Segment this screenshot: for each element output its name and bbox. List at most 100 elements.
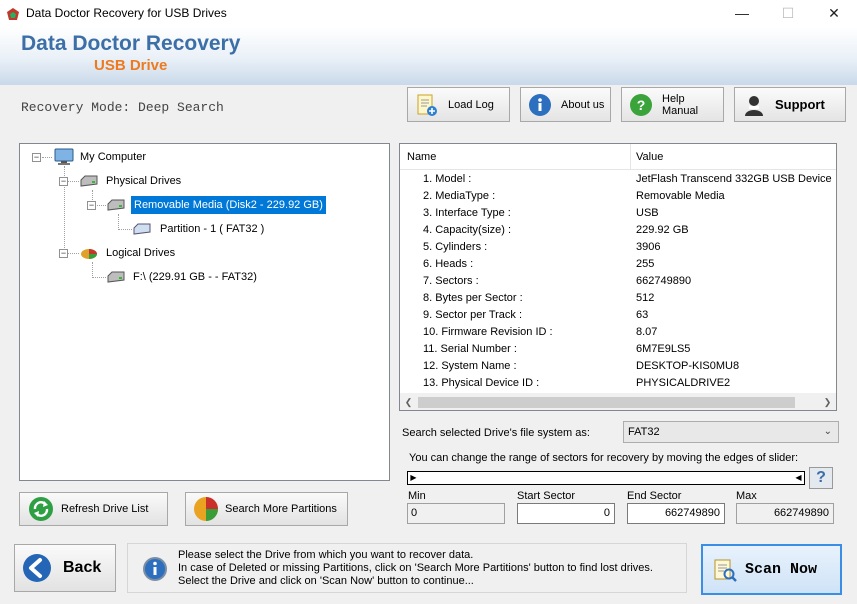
property-name: 1. Model : [423,173,472,185]
support-label: Support [775,97,825,112]
property-name: 5. Cylinders : [423,241,488,253]
property-value: JetFlash Transcend 332GB USB Device [636,173,832,185]
property-name: 3. Interface Type : [423,207,511,219]
scan-icon [714,559,737,582]
property-value: Removable Media [636,190,725,202]
expand-toggle[interactable]: − [59,249,68,258]
info-icon [143,557,167,581]
property-name: 11. Serial Number : [423,343,517,355]
table-row[interactable]: 6. Heads : 255 [400,256,836,273]
info-icon [529,93,551,116]
svg-text:?: ? [637,97,646,113]
tree-label: Removable Media (Disk2 - 229.92 GB) [130,195,327,215]
slider-left-handle[interactable]: ▶ [409,473,418,483]
back-button[interactable]: Back [14,544,116,592]
property-value: 8.07 [636,326,658,338]
filesystem-selected-value: FAT32 [628,426,660,438]
filesystem-select[interactable]: FAT32 ⌄ [623,421,839,443]
table-row[interactable]: 10. Firmware Revision ID : 8.07 [400,324,836,341]
slider-help-text: You can change the range of sectors for … [409,452,799,464]
drive-tree[interactable]: − − − − My Computer Physical Drives Remo… [19,143,390,481]
close-button[interactable]: ✕ [811,0,857,27]
about-us-label: About us [561,98,605,111]
property-value: 6M7E9LS5 [636,343,691,355]
maximize-button[interactable]: ☐ [765,0,811,27]
property-value: 63 [636,309,649,321]
toolbar: Recovery Mode: Deep Search Load Log Abou… [0,85,857,128]
about-us-button[interactable]: About us [520,87,611,122]
property-name: 13. Physical Device ID : [423,377,540,389]
refresh-icon [29,497,53,521]
refresh-drive-list-button[interactable]: Refresh Drive List [19,492,168,526]
column-header-name[interactable]: Name [407,151,436,163]
help-manual-label: Help Manual [662,92,699,117]
start-sector-field[interactable]: 0 [517,503,615,524]
info-line-1: Please select the Drive from which you w… [178,549,474,561]
table-row[interactable]: 11. Serial Number : 6M7E9LS5 [400,341,836,358]
recovery-mode-label: Recovery Mode: Deep Search [21,100,224,115]
end-sector-field[interactable]: 662749890 [627,503,725,524]
back-label: Back [63,559,102,576]
computer-icon [54,148,74,165]
table-row[interactable]: 1. Model : JetFlash Transcend 332GB USB D… [400,171,836,188]
load-log-button[interactable]: Load Log [407,87,510,122]
drive-properties-list[interactable]: Name Value 1. Model : JetFlash Transcend … [399,143,837,411]
tree-label: Partition - 1 ( FAT32 ) [160,223,265,235]
max-field: 662749890 [736,503,834,524]
refresh-label: Refresh Drive List [61,503,149,515]
expand-toggle[interactable]: − [32,153,41,162]
table-row[interactable]: 12. System Name : DESKTOP-KIS0MU8 [400,358,836,375]
back-arrow-icon [23,554,51,582]
search-more-label: Search More Partitions [225,503,337,515]
tree-label: Physical Drives [106,175,182,187]
log-icon [417,94,437,116]
table-row[interactable]: 8. Bytes per Sector : 512 [400,290,836,307]
search-more-partitions-button[interactable]: Search More Partitions [185,492,348,526]
minimize-button[interactable]: — [719,0,765,27]
scroll-left-icon[interactable]: ❮ [400,395,417,410]
property-value: 229.92 GB [636,224,689,236]
slider-right-handle[interactable]: ◀ [794,473,803,483]
table-row[interactable]: 3. Interface Type : USB [400,205,836,222]
load-log-label: Load Log [448,98,494,111]
table-row[interactable]: 9. Sector per Track : 63 [400,307,836,324]
property-name: 7. Sectors : [423,275,479,287]
column-header-value[interactable]: Value [636,151,663,163]
filesystem-label: Search selected Drive's file system as: [402,427,590,439]
property-name: 9. Sector per Track : [423,309,523,321]
info-line-3: Select the Drive and click on 'Scan Now'… [178,575,474,587]
info-line-2: In case of Deleted or missing Partitions… [178,562,653,574]
property-value: 662749890 [636,275,692,287]
scan-now-button[interactable]: Scan Now [701,544,842,595]
property-value: DESKTOP-KIS0MU8 [636,360,740,372]
property-name: 2. MediaType : [423,190,496,202]
property-value: 3906 [636,241,661,253]
expand-toggle[interactable]: − [87,201,96,210]
property-value: 512 [636,292,655,304]
min-label: Min [408,490,426,502]
scroll-thumb[interactable] [418,397,795,408]
table-row[interactable]: 7. Sectors : 662749890 [400,273,836,290]
slider-help-button[interactable]: ? [809,467,833,489]
help-manual-button[interactable]: ? Help Manual [621,87,724,122]
table-row[interactable]: 4. Capacity(size) : 229.92 GB [400,222,836,239]
table-row[interactable]: 13. Physical Device ID : PHYSICALDRIVE2 [400,375,836,392]
property-name: 4. Capacity(size) : [423,224,512,236]
property-name: 8. Bytes per Sector : [423,292,523,304]
table-row[interactable]: 5. Cylinders : 3906 [400,239,836,256]
horizontal-scrollbar[interactable]: ❮ ❯ [400,393,836,410]
info-message: Please select the Drive from which you w… [127,543,687,593]
expand-toggle[interactable]: − [59,177,68,186]
list-header: Name Value [400,144,836,170]
property-value: 255 [636,258,655,270]
support-button[interactable]: Support [734,87,846,122]
scroll-right-icon[interactable]: ❯ [819,395,836,410]
sector-range-slider[interactable]: ▶ ◀ [407,471,805,485]
table-row[interactable]: 2. MediaType : Removable Media [400,188,836,205]
property-value: USB [636,207,659,219]
drive-icon [107,271,125,283]
help-icon: ? [630,93,652,116]
min-field: 0 [407,503,505,524]
app-icon [7,8,19,20]
max-label: Max [736,490,757,502]
